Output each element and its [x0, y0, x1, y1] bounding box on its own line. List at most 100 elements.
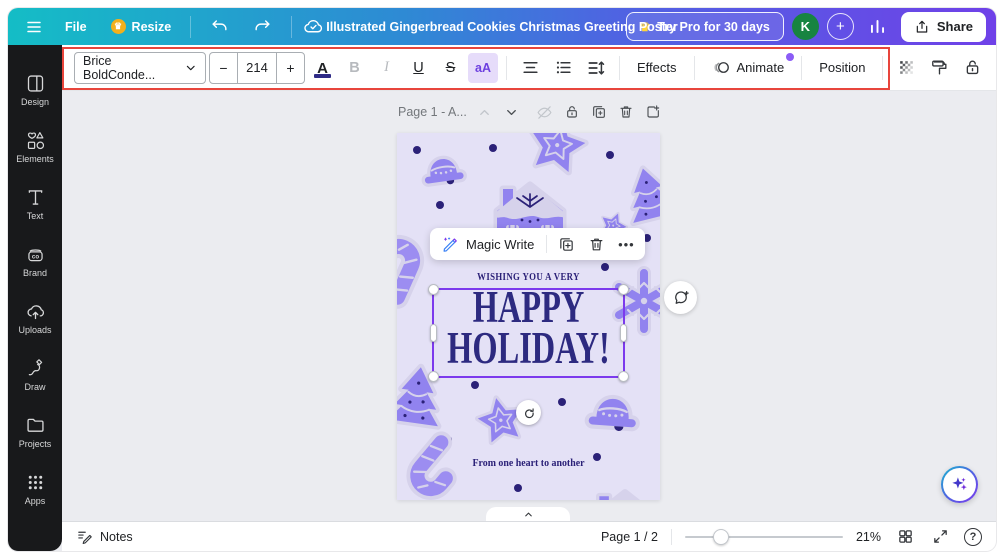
svg-text:co: co [31, 253, 38, 260]
delete-element-button[interactable] [583, 231, 609, 257]
duplicate-element-button[interactable] [553, 231, 579, 257]
text-selection-box[interactable] [432, 288, 625, 378]
resize-handle-left[interactable] [430, 324, 437, 342]
move-page-down-button[interactable] [503, 103, 521, 121]
sidebar-item-elements[interactable]: Elements [8, 118, 62, 175]
sidebar-item-uploads[interactable]: Uploads [8, 289, 62, 346]
top-bar: File ♛ Resize Illustrated Gingerbread Co… [8, 8, 996, 45]
move-page-up-button[interactable] [476, 103, 494, 121]
fullscreen-button[interactable] [929, 526, 951, 548]
design-page[interactable]: WISHING YOU A VERY HAPPY HOLIDAY! From o… [397, 133, 660, 500]
assistant-button[interactable] [941, 466, 978, 503]
delete-page-button[interactable] [617, 103, 635, 121]
avatar[interactable]: K [792, 13, 819, 40]
text-align-button[interactable] [515, 52, 545, 84]
list-icon [554, 58, 573, 77]
lock-button[interactable] [957, 52, 987, 84]
redo-button[interactable] [244, 12, 281, 41]
list-button[interactable] [548, 52, 578, 84]
topbar-left-group: File ♛ Resize [18, 12, 324, 41]
sidebar-item-draw[interactable]: Draw [8, 346, 62, 403]
resize-handle-top-right[interactable] [618, 284, 629, 295]
resize-handle-top-left[interactable] [428, 284, 439, 295]
zoom-slider[interactable] [685, 529, 843, 545]
share-button[interactable]: Share [901, 12, 986, 42]
poster-footer-text[interactable]: From one heart to another [410, 457, 647, 469]
bottom-bar: Notes Page 1 / 2 21% ? [62, 521, 996, 551]
resize-label: Resize [132, 20, 172, 34]
collapse-panel-tab[interactable] [486, 507, 570, 521]
font-size-stepper: − 214 + [209, 52, 305, 84]
rotate-icon [522, 406, 536, 420]
hide-page-button[interactable] [536, 103, 554, 121]
share-label: Share [937, 19, 973, 34]
animate-icon [712, 58, 731, 77]
magic-write-button[interactable]: Magic Write [436, 228, 540, 260]
transparency-button[interactable] [891, 52, 921, 84]
sidebar-label: Uploads [18, 325, 51, 335]
font-size-increase-button[interactable]: + [277, 53, 304, 83]
separator [619, 56, 620, 80]
sidebar-item-design[interactable]: Design [8, 61, 62, 118]
share-icon [914, 19, 930, 35]
add-comment-button[interactable] [664, 281, 697, 314]
sparkle-icon [950, 475, 969, 494]
add-page-button[interactable] [644, 103, 662, 121]
page-indicator[interactable]: Page 1 / 2 [601, 530, 658, 544]
sidebar-item-apps[interactable]: Apps [8, 460, 62, 517]
topbar-right-group: ♛ Try Pro for 30 days K + Share [626, 12, 986, 42]
undo-button[interactable] [201, 12, 238, 41]
lock-icon [564, 104, 580, 120]
chevron-down-icon [504, 105, 519, 120]
eye-off-icon [536, 104, 553, 121]
animate-button[interactable]: Animate [703, 52, 794, 84]
duplicate-page-button[interactable] [590, 103, 608, 121]
trash-icon [588, 236, 605, 253]
text-color-button[interactable]: A [308, 52, 337, 84]
sidebar-item-projects[interactable]: Projects [8, 403, 62, 460]
resize-handle-bottom-left[interactable] [428, 371, 439, 382]
italic-button[interactable]: I [372, 52, 401, 84]
font-family-select[interactable]: Brice BoldConde... [74, 52, 206, 84]
app-window: File ♛ Resize Illustrated Gingerbread Co… [8, 8, 996, 551]
crown-icon: ♛ [111, 19, 126, 34]
main-menu-button[interactable] [18, 13, 50, 41]
underline-button[interactable]: U [404, 52, 433, 84]
resize-handle-bottom-right[interactable] [618, 371, 629, 382]
zoom-level[interactable]: 21% [856, 530, 881, 544]
letter-case-button[interactable]: aA [468, 53, 498, 83]
bold-button[interactable]: B [340, 52, 369, 84]
lock-icon [963, 58, 982, 77]
grid-view-button[interactable] [894, 526, 916, 548]
strikethrough-button[interactable]: S [436, 52, 465, 84]
more-options-button[interactable]: ••• [613, 231, 639, 257]
brand-icon: co [25, 244, 46, 265]
resize-button[interactable]: ♛ Resize [102, 14, 181, 39]
position-button[interactable]: Position [810, 52, 874, 84]
copy-style-button[interactable] [924, 52, 954, 84]
line-spacing-button[interactable] [581, 52, 611, 84]
grid-view-icon [897, 528, 914, 545]
separator [882, 56, 883, 80]
font-size-decrease-button[interactable]: − [210, 53, 237, 83]
add-member-button[interactable]: + [827, 13, 854, 40]
font-size-input[interactable]: 214 [237, 53, 277, 83]
notes-button[interactable]: Notes [76, 528, 133, 545]
sidebar-item-text[interactable]: Text [8, 175, 62, 232]
file-menu-button[interactable]: File [56, 15, 96, 39]
effects-button[interactable]: Effects [628, 52, 686, 84]
chart-icon [868, 17, 887, 36]
page-title-label[interactable]: Page 1 - A... [398, 105, 467, 119]
zoom-slider-thumb[interactable] [713, 529, 729, 545]
resize-handle-right[interactable] [620, 324, 627, 342]
canvas-area[interactable]: Page 1 - A... [62, 91, 996, 521]
help-button[interactable]: ? [964, 528, 982, 546]
insights-button[interactable] [862, 12, 893, 41]
sidebar-item-brand[interactable]: co Brand [8, 232, 62, 289]
design-title[interactable]: Illustrated Gingerbread Cookies Christma… [326, 8, 677, 45]
rotate-handle[interactable] [516, 400, 541, 425]
lock-page-button[interactable] [563, 103, 581, 121]
zoom-slider-track[interactable] [685, 536, 843, 539]
magic-write-icon [442, 236, 459, 253]
align-icon [521, 58, 540, 77]
